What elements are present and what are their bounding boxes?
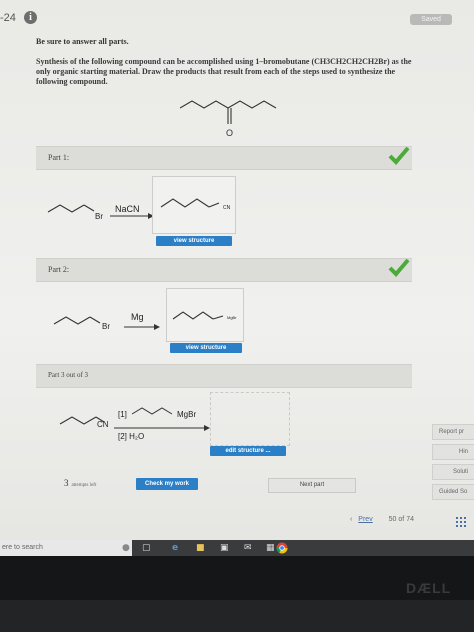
part-2-view-structure-button[interactable]: view structure	[170, 343, 242, 353]
next-part-button[interactable]: Next part	[268, 478, 356, 493]
part-3-reactant-cn: CN	[97, 420, 109, 429]
part-2-structure-box[interactable]: MgBr	[166, 288, 244, 342]
report-problem-button[interactable]: Report pr	[432, 424, 474, 440]
part-2-header: Part 2:	[36, 258, 412, 282]
part-1-view-structure-button[interactable]: view structure	[156, 236, 232, 246]
store-icon[interactable]: ▣	[220, 540, 229, 556]
part-3-grignard-mgbr: MgBr	[177, 410, 197, 419]
prev-link[interactable]: Prev	[358, 516, 372, 523]
part-3-header: Part 3 out of 3	[36, 364, 412, 388]
part-1-header: Part 1:	[36, 146, 412, 170]
check-icon	[388, 146, 410, 165]
microphone-icon[interactable]: ●	[122, 540, 130, 556]
chevron-left-icon[interactable]: ‹	[350, 516, 352, 523]
instructions: Be sure to answer all parts.	[36, 37, 129, 46]
part-3-reagent-step1: [1]	[118, 410, 127, 419]
attempts-counter: 3 attempts left	[64, 478, 96, 488]
part-2-product-structure	[172, 311, 224, 320]
check-icon	[388, 258, 410, 277]
part-3-reactant	[59, 416, 105, 425]
taskbar-search-input[interactable]: ere to search	[0, 540, 132, 556]
page-of: of	[398, 516, 405, 523]
attempts-label: attempts left	[71, 483, 97, 488]
part-3-reagent-step2: [2] H₂O	[118, 432, 145, 441]
part-1-reactant-br: Br	[95, 212, 103, 221]
edge-icon[interactable]: e	[172, 540, 178, 556]
part-1-label: Part 1:	[48, 153, 70, 162]
saved-badge: Saved	[410, 14, 452, 25]
file-explorer-icon[interactable]: ■	[196, 540, 205, 556]
part-2-reagent: Mg	[131, 312, 144, 322]
question-number: -24	[0, 12, 16, 24]
part-1-structure-box[interactable]: CN	[152, 176, 236, 234]
attempts-count: 3	[64, 478, 69, 488]
page-total: 74	[406, 516, 414, 523]
part-2-reactant-br: Br	[102, 322, 110, 331]
browser-viewport: -24 i Saved Be sure to answer all parts.…	[0, 0, 474, 540]
pagination: ‹ Prev 50 of 74	[350, 516, 414, 523]
part-3-drawing-area[interactable]	[210, 392, 290, 446]
check-my-work-button[interactable]: Check my work	[136, 478, 198, 490]
target-molecule: O	[180, 100, 277, 138]
photos-icon[interactable]: ▦	[266, 540, 275, 556]
carbonyl-oxygen-label: O	[226, 128, 233, 138]
reaction-arrow	[114, 425, 210, 431]
part-1-product-structure	[160, 198, 220, 208]
reaction-arrow	[110, 213, 154, 219]
page-current: 50	[388, 516, 397, 523]
guided-solution-button[interactable]: Guided So	[432, 484, 474, 500]
hint-button[interactable]: Hin	[432, 444, 474, 460]
question-prompt: Synthesis of the following compound can …	[36, 57, 412, 86]
part-2-product-mgbr: MgBr	[227, 315, 237, 320]
mail-icon[interactable]: ✉	[244, 540, 252, 556]
info-icon[interactable]: i	[24, 11, 37, 24]
part-3-label: Part 3 out of 3	[48, 371, 89, 379]
grid-icon[interactable]	[456, 517, 466, 527]
part-2-label: Part 2:	[48, 265, 70, 274]
reaction-arrow	[124, 324, 160, 330]
part-1-product-cn: CN	[223, 205, 231, 211]
solution-button[interactable]: Soluti	[432, 464, 474, 480]
taskbar: ere to search ● ▢ e ■ ▣ ✉ ▦	[0, 540, 474, 556]
keyboard-area	[0, 600, 474, 632]
task-view-icon[interactable]: ▢	[142, 540, 151, 556]
monitor-brand-logo: DÆLL	[406, 580, 452, 596]
part-3-grignard-structure	[131, 407, 173, 415]
part-3-edit-structure-button[interactable]: edit structure ...	[210, 446, 286, 456]
